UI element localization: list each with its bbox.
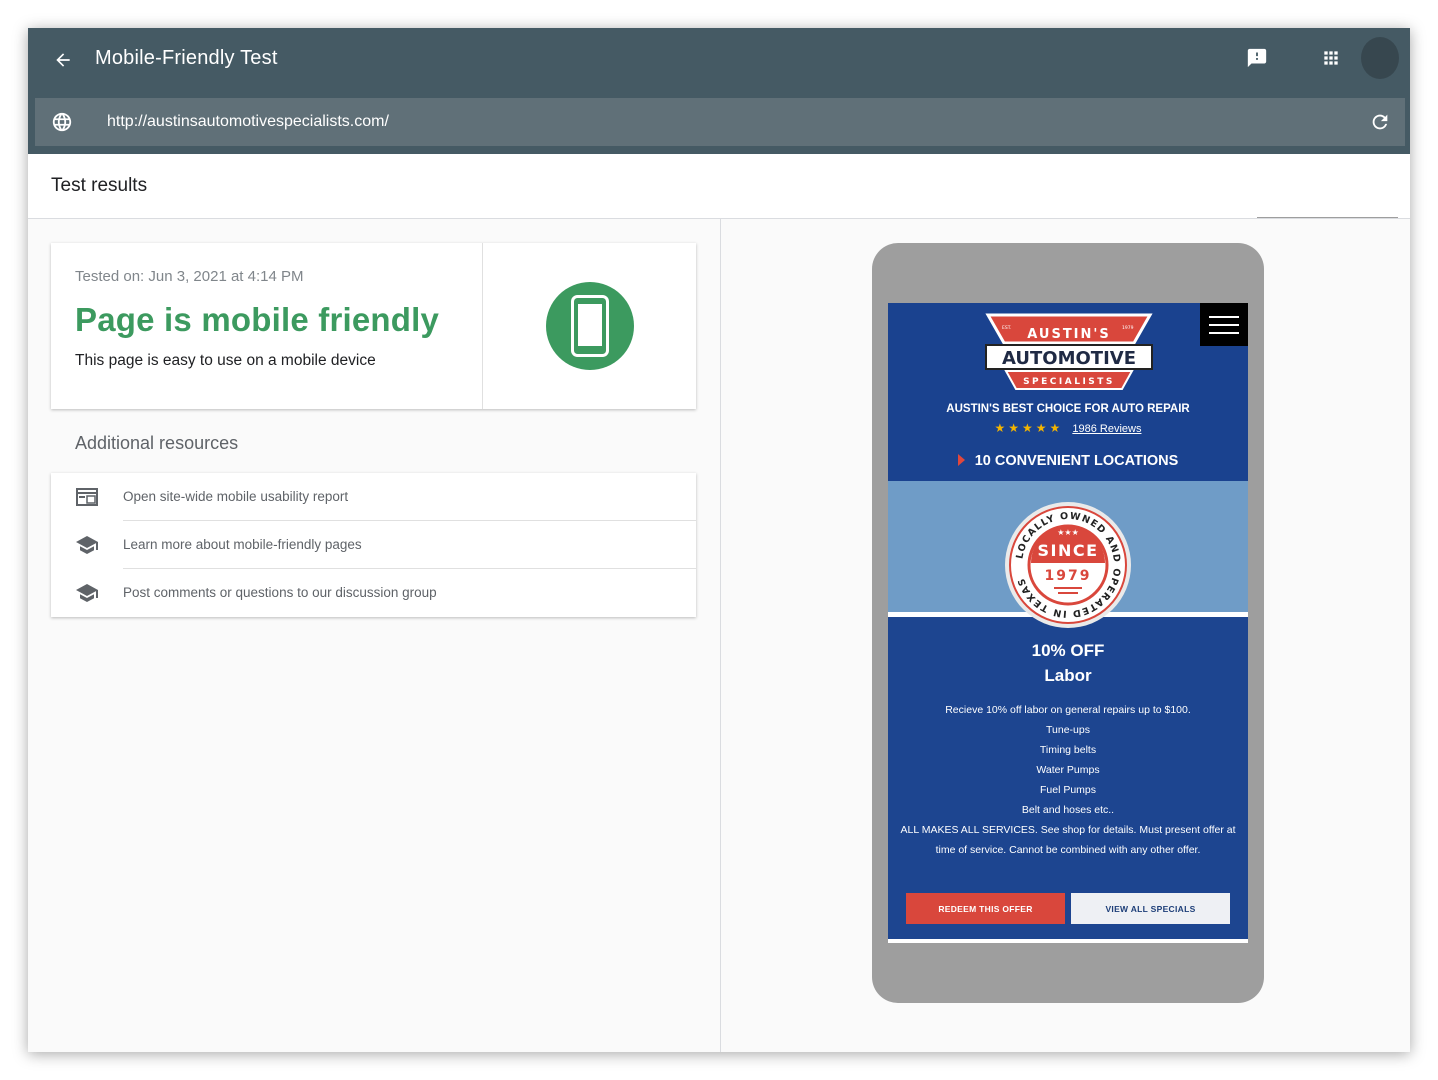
offer-title: 10% OFF — [1031, 641, 1105, 660]
svg-text:AUSTIN'S: AUSTIN'S — [1027, 327, 1111, 342]
redeem-offer-button[interactable]: REDEEM THIS OFFER — [906, 893, 1065, 924]
resource-label: Open site-wide mobile usability report — [123, 489, 349, 504]
site-header: EST. 1979 AUSTIN'S AUTOMOTIVE SPECIALIST… — [888, 303, 1248, 481]
results-title: Test results — [51, 175, 148, 196]
school-icon — [75, 582, 99, 604]
view-specials-button[interactable]: VIEW ALL SPECIALS — [1071, 893, 1230, 924]
page-screenshot-preview[interactable]: EST. 1979 AUSTIN'S AUTOMOTIVE SPECIALIST… — [888, 303, 1248, 943]
site-logo: EST. 1979 AUSTIN'S AUTOMOTIVE SPECIALIST… — [985, 313, 1153, 390]
since-badge-band: LOCALLY OWNED AND OPERATED IN TEXAS ★★★ … — [888, 481, 1248, 628]
svg-text:1979: 1979 — [1045, 568, 1092, 584]
star-rating-icon: ★★★★★ — [994, 421, 1064, 435]
resource-label: Post comments or questions to our discus… — [123, 585, 437, 600]
site-rating: ★★★★★ 1986 Reviews — [888, 421, 1248, 435]
svg-text:SPECIALISTS: SPECIALISTS — [1023, 377, 1115, 387]
offer-line: Water Pumps — [1036, 764, 1100, 776]
locations-link[interactable]: 10 CONVENIENT LOCATIONS — [888, 453, 1248, 469]
app-bar: Mobile-Friendly Test — [28, 28, 1410, 154]
resource-learn-more[interactable]: Learn more about mobile-friendly pages — [51, 521, 696, 569]
svg-text:★★★: ★★★ — [1057, 528, 1079, 537]
reviews-link[interactable]: 1986 Reviews — [1072, 423, 1141, 435]
resource-usability-report[interactable]: Open site-wide mobile usability report — [51, 473, 696, 521]
svg-text:AUTOMOTIVE: AUTOMOTIVE — [1002, 348, 1136, 369]
reload-icon[interactable] — [1369, 111, 1391, 133]
offer-subtitle: Labor — [1044, 666, 1092, 685]
resources-list: Open site-wide mobile usability report L… — [51, 473, 696, 617]
apps-button[interactable] — [1318, 45, 1344, 71]
offer-details: Recieve 10% off labor on general repairs… — [898, 700, 1238, 860]
app-title: Mobile-Friendly Test — [95, 47, 278, 69]
app-window: Mobile-Friendly Test Test results Tested… — [28, 28, 1410, 1052]
mobile-friendly-badge — [546, 282, 634, 370]
resource-discussion-group[interactable]: Post comments or questions to our discus… — [51, 569, 696, 617]
school-icon — [75, 534, 99, 556]
offer-line: Recieve 10% off labor on general repairs… — [945, 704, 1191, 716]
status-title: Page is mobile friendly — [75, 301, 440, 338]
svg-text:EST.: EST. — [1002, 325, 1011, 331]
triangle-right-icon — [957, 454, 965, 466]
url-bar — [35, 98, 1405, 146]
web-report-icon — [75, 486, 99, 508]
svg-text:1979: 1979 — [1122, 325, 1134, 331]
arrow-back-icon — [56, 53, 70, 67]
offer-line: Tune-ups — [1046, 724, 1090, 736]
offer-line: Fuel Pumps — [1039, 784, 1097, 796]
site-menu-button[interactable] — [1200, 303, 1248, 346]
offer-line: Belt and hoses etc.. — [1021, 804, 1115, 816]
since-1979-badge: LOCALLY OWNED AND OPERATED IN TEXAS ★★★ … — [1005, 502, 1131, 628]
panel-divider — [720, 219, 721, 1052]
locations-label: 10 CONVENIENT LOCATIONS — [974, 453, 1179, 469]
feedback-button[interactable] — [1244, 45, 1270, 71]
status-info: Tested on: Jun 3, 2021 at 4:14 PM Page i… — [51, 243, 483, 409]
globe-icon — [52, 112, 72, 132]
offer-line: ALL MAKES ALL SERVICES. See shop for det… — [900, 824, 1236, 856]
section-divider — [888, 939, 1248, 943]
back-button[interactable] — [48, 45, 78, 75]
additional-resources-title: Additional resources — [75, 433, 239, 453]
account-avatar[interactable] — [1361, 37, 1399, 79]
url-input[interactable] — [107, 108, 1307, 136]
status-description: This page is easy to use on a mobile dev… — [75, 352, 376, 369]
feedback-icon — [1247, 48, 1267, 68]
resource-label: Learn more about mobile-friendly pages — [123, 537, 362, 552]
smartphone-icon — [571, 295, 609, 357]
tested-on-date: Tested on: Jun 3, 2021 at 4:14 PM — [75, 268, 304, 285]
header-underline — [1257, 217, 1398, 218]
apps-grid-icon — [1324, 51, 1338, 65]
phone-preview-frame: EST. 1979 AUSTIN'S AUTOMOTIVE SPECIALIST… — [872, 243, 1264, 1003]
results-header: Test results — [28, 154, 1410, 219]
offer-line: Timing belts — [1039, 744, 1097, 756]
status-card: Tested on: Jun 3, 2021 at 4:14 PM Page i… — [51, 243, 696, 409]
svg-text:SINCE: SINCE — [1037, 541, 1098, 560]
site-tagline: AUSTIN'S BEST CHOICE FOR AUTO REPAIR — [946, 403, 1190, 415]
